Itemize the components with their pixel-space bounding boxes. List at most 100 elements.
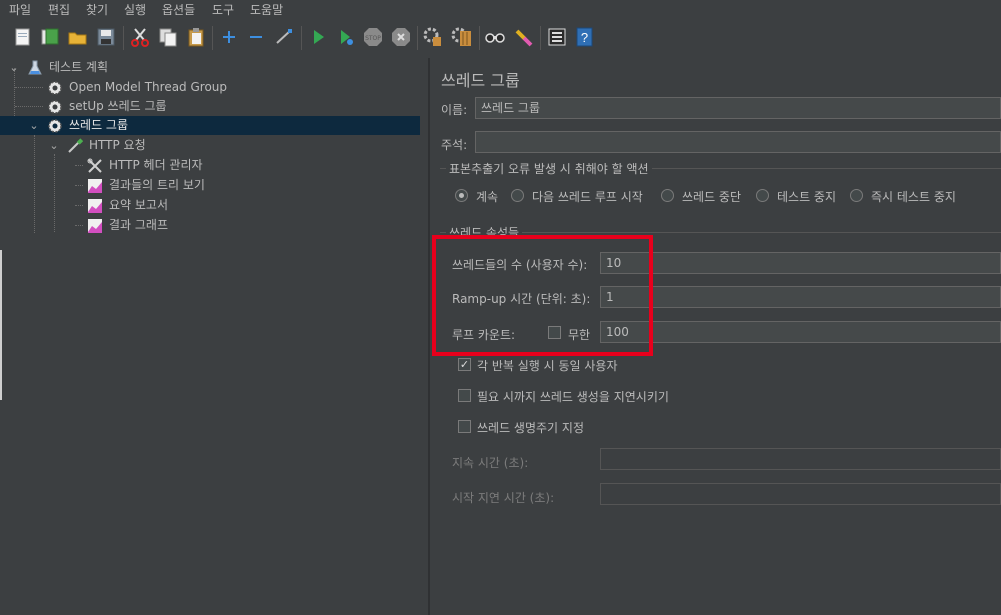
tree-item-view-results-tree[interactable]: 결과들의 트리 보기 xyxy=(0,176,420,195)
window-edge xyxy=(0,250,2,400)
graph-icon xyxy=(87,218,103,234)
search-icon[interactable] xyxy=(484,26,506,48)
delay-thread-creation-checkbox[interactable] xyxy=(458,389,471,402)
function-helper-icon[interactable] xyxy=(546,26,568,48)
menu-help[interactable]: 도움말 xyxy=(250,2,283,18)
graph-icon xyxy=(87,178,103,194)
graph-icon xyxy=(87,198,103,214)
radio-start-next-loop[interactable] xyxy=(511,189,524,202)
duration-label: 지속 시간 (초): xyxy=(452,456,529,470)
same-user-checkbox[interactable]: ✓ xyxy=(458,358,471,371)
toolbar-separator xyxy=(479,26,480,50)
thread-count-label: 쓰레드들의 수 (사용자 수): xyxy=(452,258,588,272)
startup-delay-label: 시작 지연 시간 (초): xyxy=(452,491,555,505)
help-icon[interactable]: ? xyxy=(574,26,596,48)
tree-item-label: 쓰레드 그룹 xyxy=(69,118,129,132)
new-icon[interactable] xyxy=(12,26,34,48)
toolbar-separator xyxy=(417,26,418,50)
start-no-pause-icon[interactable] xyxy=(335,26,357,48)
radio-label: 쓰레드 중단 xyxy=(682,190,742,204)
menu-options[interactable]: 옵션들 xyxy=(162,2,195,18)
startup-delay-input[interactable] xyxy=(600,483,1001,505)
clear-icon[interactable] xyxy=(422,26,444,48)
tree-item-http-request[interactable]: ⌄ HTTP 요청 xyxy=(0,136,420,155)
tree-item-label: setUp 쓰레드 그룹 xyxy=(69,99,167,113)
pipette-icon xyxy=(67,138,84,154)
chevron-down-icon[interactable]: ⌄ xyxy=(8,58,20,77)
toolbar-separator xyxy=(301,26,302,50)
loop-count-label: 루프 카운트: xyxy=(452,328,516,342)
toolbar-separator xyxy=(123,26,124,50)
radio-label: 테스트 중지 xyxy=(777,190,837,204)
error-action-group-title: 표본추출기 오류 발생 시 취해야 할 액션 xyxy=(446,160,652,177)
radio-stop-thread[interactable] xyxy=(661,189,674,202)
start-icon[interactable] xyxy=(307,26,329,48)
name-input[interactable]: 쓰레드 그룹 xyxy=(475,97,1001,119)
wrench-icon xyxy=(87,158,103,174)
shutdown-icon[interactable] xyxy=(390,26,412,48)
split-pane-divider[interactable] xyxy=(428,58,430,615)
radio-stop-test[interactable] xyxy=(756,189,769,202)
tree-item-summary-report[interactable]: 요약 보고서 xyxy=(0,196,420,215)
tree-item-label: HTTP 요청 xyxy=(89,138,146,152)
menu-edit[interactable]: 편집 xyxy=(48,2,70,18)
menu-file[interactable]: 파일 xyxy=(9,2,31,18)
menu-run[interactable]: 실행 xyxy=(124,2,146,18)
menu-tools[interactable]: 도구 xyxy=(212,2,234,18)
radio-label: 다음 쓰레드 루프 시작 xyxy=(532,190,643,204)
toolbar: STOP ? xyxy=(0,20,1001,58)
paste-icon[interactable] xyxy=(185,26,207,48)
duration-input[interactable] xyxy=(600,448,1001,470)
comment-input[interactable] xyxy=(475,131,1001,153)
tree-item-label: 결과 그래프 xyxy=(109,218,169,232)
comment-label: 주석: xyxy=(441,138,468,152)
thread-lifetime-label: 쓰레드 생명주기 지정 xyxy=(477,421,584,435)
infinite-checkbox[interactable] xyxy=(548,326,561,339)
radio-continue[interactable] xyxy=(455,189,468,202)
thread-properties-title: 쓰레드 속성들 xyxy=(446,224,523,241)
toolbar-separator xyxy=(540,26,541,50)
tree-item-thread-group[interactable]: ⌄ 쓰레드 그룹 xyxy=(0,116,420,135)
tree-item-setup-thread-group[interactable]: setUp 쓰레드 그룹 xyxy=(0,97,420,116)
tree-item-label: 요약 보고서 xyxy=(109,198,169,212)
chevron-down-icon[interactable]: ⌄ xyxy=(28,116,40,135)
infinite-label: 무한 xyxy=(568,328,591,342)
thread-count-input[interactable]: 10 xyxy=(600,252,1001,274)
tree-item-test-plan[interactable]: ⌄ 테스트 계획 xyxy=(0,58,420,77)
clear-all-icon[interactable] xyxy=(451,26,473,48)
tree-item-label: Open Model Thread Group xyxy=(69,80,228,94)
open-icon[interactable] xyxy=(67,26,89,48)
rampup-label: Ramp-up 시간 (단위: 초): xyxy=(452,292,591,306)
save-icon[interactable] xyxy=(95,26,117,48)
tree-item-label: 테스트 계획 xyxy=(49,60,109,74)
cut-icon[interactable] xyxy=(129,26,151,48)
tree-item-graph-results[interactable]: 결과 그래프 xyxy=(0,216,420,235)
templates-icon[interactable] xyxy=(39,26,61,48)
toolbar-separator xyxy=(212,26,213,50)
tree-item-http-header-manager[interactable]: HTTP 헤더 관리자 xyxy=(0,156,420,175)
tree-item-open-model-thread-group[interactable]: Open Model Thread Group xyxy=(0,78,420,97)
name-label: 이름: xyxy=(441,103,468,117)
flask-icon xyxy=(27,60,43,76)
svg-text:STOP: STOP xyxy=(365,35,381,42)
radio-label: 계속 xyxy=(476,190,499,204)
gear-icon xyxy=(47,118,63,134)
radio-stop-test-now[interactable] xyxy=(850,189,863,202)
rampup-input[interactable]: 1 xyxy=(600,286,1001,308)
thread-lifetime-checkbox[interactable] xyxy=(458,420,471,433)
loop-count-input[interactable]: 100 xyxy=(600,321,1001,343)
same-user-label: 각 반복 실행 시 동일 사용자 xyxy=(477,359,618,373)
tree-item-label: HTTP 헤더 관리자 xyxy=(109,158,203,172)
gear-icon xyxy=(47,99,63,115)
tree-item-label: 결과들의 트리 보기 xyxy=(109,178,205,192)
chevron-down-icon[interactable]: ⌄ xyxy=(48,136,60,155)
radio-label: 즉시 테스트 중지 xyxy=(871,190,956,204)
reset-search-icon[interactable] xyxy=(512,26,534,48)
menu-search[interactable]: 찾기 xyxy=(86,2,108,18)
toggle-icon[interactable] xyxy=(273,26,295,48)
collapse-icon[interactable] xyxy=(245,26,267,48)
expand-icon[interactable] xyxy=(218,26,240,48)
copy-icon[interactable] xyxy=(157,26,179,48)
group-border xyxy=(440,232,1001,233)
stop-icon[interactable]: STOP xyxy=(362,26,384,48)
